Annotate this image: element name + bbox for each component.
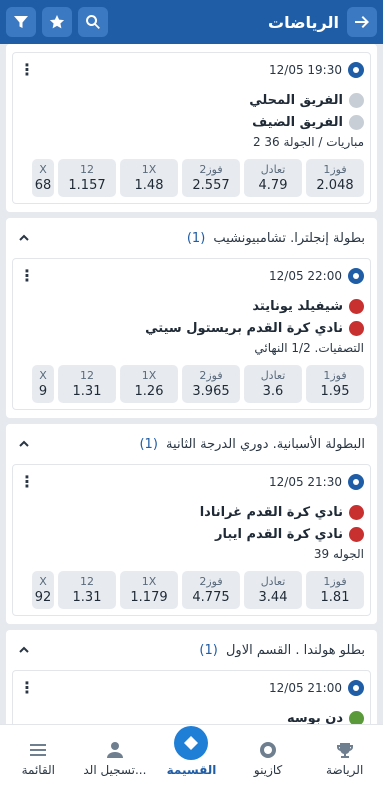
league-title: بطلو هولندا . القسم الاول (1) [199, 642, 365, 658]
arrow-right-icon [355, 16, 369, 28]
league-header[interactable]: بطلو هولندا . القسم الاول (1) [6, 630, 377, 670]
nav-coupon[interactable]: القسيمة [156, 726, 226, 777]
nav-sports[interactable]: الرياضة [310, 741, 380, 777]
match-time: 12/05 19:30 [269, 63, 342, 77]
odd-button[interactable]: تعادل 4.79 [244, 159, 302, 197]
odd-button[interactable]: فوز2 2.557 [182, 159, 240, 197]
away-team: نادي كرة القدم ايبار [19, 523, 364, 545]
football-icon [348, 268, 364, 284]
team-logo [349, 504, 364, 520]
match-card[interactable]: ⋮ 12/05 22:00 شيفيلد يونايتد نادي كرة ال… [12, 258, 371, 410]
odd-button[interactable]: 1X 1.48 [120, 159, 178, 197]
team-logo [349, 298, 364, 314]
odd-button[interactable]: 1X 1.26 [120, 365, 178, 403]
menu-icon [29, 741, 47, 759]
chevron-up-icon [18, 644, 30, 656]
league-title: البطولة الأسبانية. دوري الدرجة الثانية (… [139, 436, 365, 452]
search-icon [86, 15, 100, 29]
home-team: الفريق المحلي [19, 89, 364, 111]
odd-button[interactable]: 12 1.157 [58, 159, 116, 197]
odd-button[interactable]: X 68 [32, 159, 54, 197]
odd-button[interactable]: X 92 [32, 571, 54, 609]
league-header[interactable]: بطولة إنجلترا. تشامبيونشيب (1) [6, 218, 377, 258]
odd-button[interactable]: X9 [32, 365, 54, 403]
nav-label: القائمة [21, 763, 56, 777]
more-options-button[interactable]: ⋮ [19, 268, 35, 284]
odd-button[interactable]: 12 1.31 [58, 365, 116, 403]
nav-label: القسيمة [166, 763, 217, 777]
chevron-up-icon [18, 438, 30, 450]
page-title: الرياضات [267, 12, 339, 32]
team-logo [349, 526, 364, 542]
team-logo [349, 114, 364, 130]
odd-button[interactable]: تعادل 3.44 [244, 571, 302, 609]
match-card[interactable]: ⋮ 12/05 21:00 دن بوسه [12, 670, 371, 724]
user-icon [106, 741, 124, 759]
odd-button[interactable]: فوز2 3.965 [182, 365, 240, 403]
football-icon [348, 680, 364, 696]
odd-button[interactable]: 12 1.31 [58, 571, 116, 609]
league-group: ⋮ 12/05 19:30 الفريق المحلي الفريق الضيف… [6, 44, 377, 212]
bottom-nav: الرياضة كازينو القسيمة تسجيل الد... القا… [0, 724, 383, 785]
filter-button[interactable] [6, 7, 36, 37]
back-button[interactable] [347, 7, 377, 37]
top-bar: الرياضات [0, 0, 383, 44]
nav-login[interactable]: تسجيل الد... [80, 741, 150, 777]
favorites-button[interactable] [42, 7, 72, 37]
odd-button[interactable]: 1X 1.179 [120, 571, 178, 609]
team-logo [349, 710, 364, 724]
league-group: بطلو هولندا . القسم الاول (1) ⋮ 12/05 21… [6, 630, 377, 724]
odd-button[interactable]: فوز1 2.048 [306, 159, 364, 197]
nav-menu[interactable]: القائمة [3, 741, 73, 777]
football-icon [348, 62, 364, 78]
trophy-icon [336, 741, 354, 759]
home-team: دن بوسه [19, 707, 364, 724]
league-title: بطولة إنجلترا. تشامبيونشيب (1) [186, 230, 365, 246]
match-meta: 2 مباريات / الجولة 36 [252, 135, 364, 149]
league-group: بطولة إنجلترا. تشامبيونشيب (1) ⋮ 12/05 2… [6, 218, 377, 418]
home-team: نادي كرة القدم غرانادا [19, 501, 364, 523]
odd-button[interactable]: فوز1 1.81 [306, 571, 364, 609]
football-icon [348, 474, 364, 490]
more-options-button[interactable]: ⋮ [19, 474, 35, 490]
home-team: شيفيلد يونايتد [19, 295, 364, 317]
league-header[interactable]: البطولة الأسبانية. دوري الدرجة الثانية (… [6, 424, 377, 464]
odd-button[interactable]: فوز2 4.775 [182, 571, 240, 609]
coupon-icon [174, 726, 209, 760]
odds-row: فوز1 1.95 تعادل 3.6 فوز2 3.965 1X 1.26 12 1.3… [19, 365, 364, 403]
search-button[interactable] [78, 7, 108, 37]
odd-button[interactable]: فوز1 1.95 [306, 365, 364, 403]
nav-casino[interactable]: كازينو [233, 741, 303, 777]
more-options-button[interactable]: ⋮ [19, 62, 35, 78]
match-time: 12/05 22:00 [269, 269, 342, 283]
nav-label: تسجيل الد... [83, 763, 147, 777]
match-time: 12/05 21:00 [269, 681, 342, 695]
odds-row: فوز1 2.048 تعادل 4.79 فوز2 2.557 1X 1.48 12 1… [19, 159, 364, 197]
team-logo [349, 320, 364, 336]
match-meta: الجوله 39 [313, 547, 364, 561]
star-icon [49, 15, 65, 29]
events-list: ⋮ 12/05 19:30 الفريق المحلي الفريق الضيف… [0, 44, 383, 724]
nav-label: كازينو [253, 763, 283, 777]
match-card[interactable]: ⋮ 12/05 21:30 نادي كرة القدم غرانادا ناد… [12, 464, 371, 616]
odd-button[interactable]: تعادل 3.6 [244, 365, 302, 403]
away-team: الفريق الضيف [19, 111, 364, 133]
more-options-button[interactable]: ⋮ [19, 680, 35, 696]
chevron-up-icon [18, 232, 30, 244]
match-meta: التصفيات. 1/2 النهائي [254, 341, 364, 355]
casino-chip-icon [259, 741, 277, 759]
league-group: البطولة الأسبانية. دوري الدرجة الثانية (… [6, 424, 377, 624]
match-time: 12/05 21:30 [269, 475, 342, 489]
team-logo [349, 92, 364, 108]
nav-label: الرياضة [326, 763, 364, 777]
filter-icon [14, 16, 28, 28]
away-team: نادي كرة القدم بريستول سيتي [19, 317, 364, 339]
match-card[interactable]: ⋮ 12/05 19:30 الفريق المحلي الفريق الضيف… [12, 52, 371, 204]
odds-row: فوز1 1.81 تعادل 3.44 فوز2 4.775 1X 1.179 12 1… [19, 571, 364, 609]
